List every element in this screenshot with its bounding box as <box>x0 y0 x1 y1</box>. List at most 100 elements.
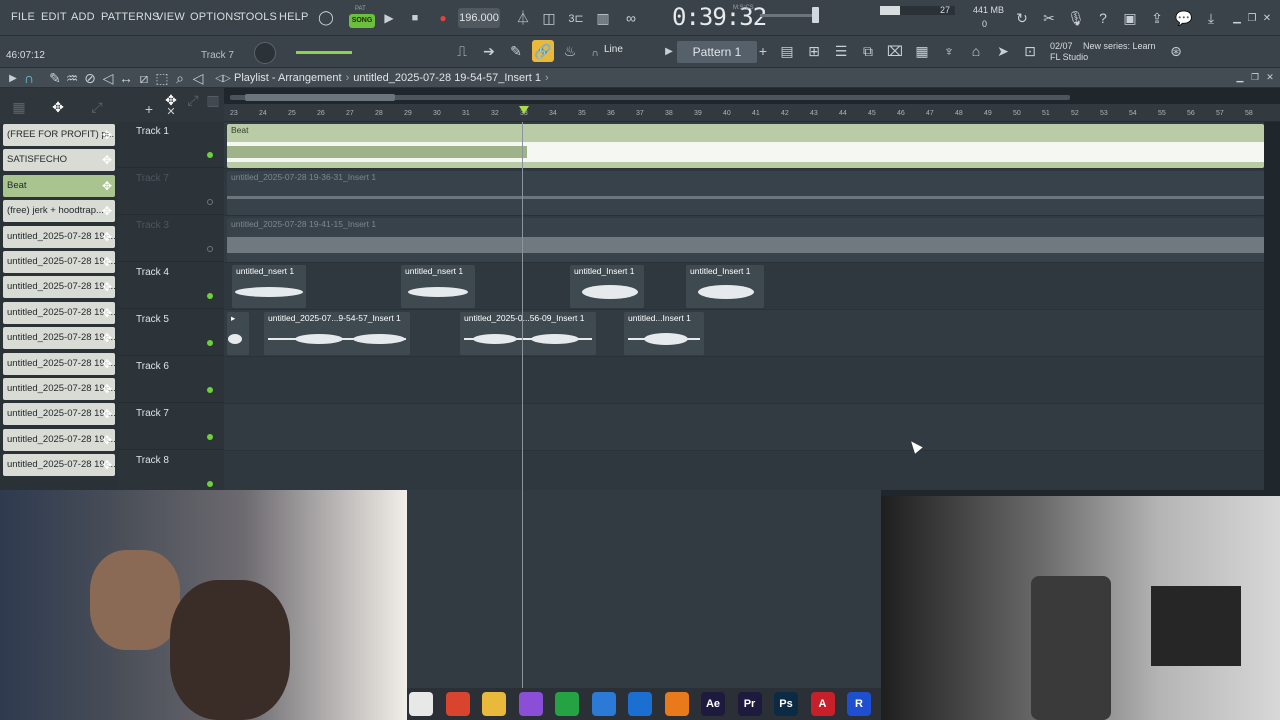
arrangement-arrow-icon[interactable]: ◁▷ <box>212 67 234 89</box>
tuner-icon[interactable]: ♆ <box>938 40 960 62</box>
account-icon[interactable]: ⊛ <box>1165 40 1187 62</box>
record-mode-icon[interactable]: ◯ <box>315 6 337 28</box>
shop-icon[interactable]: ⊡ <box>1019 40 1041 62</box>
download-icon[interactable]: ⤓ <box>1200 7 1222 29</box>
track-name[interactable]: Track 7 <box>136 408 169 419</box>
track-pan-knob[interactable] <box>254 42 276 64</box>
track-header[interactable]: Track 5 <box>118 310 224 356</box>
play-icon[interactable]: ▶ <box>378 7 400 29</box>
arrangement-area[interactable]: Beat untitled_2025-07-28 19-36-31_Insert… <box>224 122 1264 490</box>
magnet-icon[interactable]: ∩ <box>584 42 606 64</box>
taskbar-photoshop-icon[interactable]: Ps <box>774 692 798 716</box>
taskbar-files-icon[interactable] <box>409 692 433 716</box>
close-icon[interactable]: ✕ <box>1256 7 1278 29</box>
picker-item[interactable]: (free) jerk + hoodtrap... ✥ <box>3 200 115 223</box>
export-icon[interactable]: ⇪ <box>1146 7 1168 29</box>
menu-tools[interactable]: TOOLS <box>239 11 277 23</box>
picker-item[interactable]: untitled_2025-07-28 19-... ✥ <box>3 251 115 273</box>
arrow-right-icon[interactable]: ➔ <box>478 40 500 62</box>
horizontal-scrollbar-thumb[interactable] <box>245 94 395 101</box>
loop-record-icon[interactable]: ∞ <box>620 7 642 29</box>
news-date[interactable]: 02/07 <box>1050 41 1073 51</box>
arrangement-lower-area[interactable] <box>407 490 881 688</box>
track-header[interactable]: Track 1 <box>118 122 224 168</box>
draw-tool-icon[interactable]: ✎ <box>505 40 527 62</box>
track-name[interactable]: Track 7 <box>136 173 169 184</box>
pattern-mode-label[interactable]: PAT <box>355 6 366 12</box>
picker-item[interactable]: Beat ✥ <box>3 174 115 197</box>
picker-drag-icon[interactable]: ✥ <box>102 429 112 451</box>
track-name[interactable]: Track 5 <box>136 314 169 325</box>
picker-grid-icon[interactable]: ▦ <box>8 96 30 118</box>
taskbar-chrome-icon[interactable] <box>445 692 470 716</box>
clip-track5-1[interactable]: untitled_2025-07...9-54-57_Insert 1 <box>264 312 410 355</box>
playlist-icon[interactable]: ▤ <box>776 40 798 62</box>
snap-mode-select[interactable]: Line <box>604 44 623 55</box>
track-resize-icon[interactable]: ⤢ <box>182 89 204 111</box>
playback-icon[interactable]: ◁ <box>187 67 209 89</box>
picker-drag-icon[interactable]: ✥ <box>102 251 112 273</box>
track-header[interactable]: Track 7 <box>118 404 224 450</box>
track-mute-led[interactable] <box>207 246 213 252</box>
track-grid-icon[interactable]: ▥ <box>202 89 224 111</box>
clip-track5-2[interactable]: untitled_2025-0...56-09_Insert 1 <box>460 312 596 355</box>
track-mute-led[interactable] <box>207 152 213 158</box>
picker-item[interactable]: untitled_2025-07-28 19-... ✥ <box>3 403 115 426</box>
touch-keyboard-icon[interactable]: ⌂ <box>965 40 987 62</box>
picker-drag-icon[interactable]: ✥ <box>102 124 112 146</box>
picker-item[interactable]: SATISFECHO ✥ <box>3 149 115 172</box>
taskbar-outlook-icon[interactable] <box>628 692 652 716</box>
track-header[interactable]: Track 3 <box>118 216 224 262</box>
track-volume-slider[interactable] <box>296 51 352 54</box>
help-icon[interactable]: ? <box>1092 7 1114 29</box>
track-header[interactable]: Track 6 <box>118 357 224 403</box>
tempo-display[interactable]: 196.000 <box>458 8 500 28</box>
lane-track-8[interactable] <box>224 451 1264 490</box>
add-pattern-icon[interactable]: + <box>752 40 774 62</box>
menu-options[interactable]: OPTIONS <box>190 11 241 23</box>
record-icon[interactable]: ● <box>432 7 454 29</box>
menu-add[interactable]: ADD <box>71 11 95 23</box>
clip-track4-2[interactable]: untitled_nsert 1 <box>401 265 475 308</box>
menu-file[interactable]: FILE <box>11 11 35 23</box>
clip-ghost-2[interactable]: untitled_2025-07-28 19-41-15_Insert 1 <box>227 218 1264 262</box>
picker-item[interactable]: (FREE FOR PROFIT) pl... ✥ <box>3 124 115 146</box>
picker-drag-icon[interactable]: ✥ <box>102 175 112 197</box>
track-name[interactable]: Track 6 <box>136 361 169 372</box>
project-icon[interactable]: ▦ <box>911 40 933 62</box>
clip-track5-3[interactable]: untitled...Insert 1 <box>624 312 704 355</box>
step-edit-icon[interactable]: ▥ <box>592 7 614 29</box>
picker-item[interactable]: untitled_2025-07-28 19-... ✥ <box>3 352 115 375</box>
wait-for-input-icon[interactable]: ◫ <box>538 7 560 29</box>
link-icon[interactable]: 🔗 <box>532 40 554 62</box>
track-mute-led[interactable] <box>207 340 213 346</box>
track-name[interactable]: Track 1 <box>136 126 169 137</box>
taskbar-premiere-icon[interactable]: Pr <box>737 692 762 716</box>
plugin-picker-icon[interactable]: ⧉ <box>857 40 879 62</box>
track-close-icon[interactable]: ✕ <box>160 100 182 122</box>
clip-ghost-1[interactable]: untitled_2025-07-28 19-36-31_Insert 1 <box>227 171 1264 215</box>
pattern-selector[interactable]: Pattern 1 <box>677 41 757 63</box>
stamp-icon[interactable]: ♨ <box>559 40 581 62</box>
taskbar-explorer-icon[interactable] <box>482 692 506 716</box>
playhead-marker[interactable] <box>519 106 529 114</box>
save-icon[interactable]: ▣ <box>1119 7 1141 29</box>
track-mute-led[interactable] <box>207 199 213 205</box>
taskbar-whatsapp-icon[interactable] <box>555 692 579 716</box>
channel-rack-icon[interactable]: ⊞ <box>803 40 825 62</box>
picker-item[interactable]: untitled_2025-07-28 19-... ✥ <box>3 301 115 324</box>
countdown-icon[interactable]: 3⊏ <box>565 7 587 29</box>
clip-track4-4[interactable]: untitled_Insert 1 <box>686 265 764 308</box>
picker-item[interactable]: untitled_2025-07-28 19-... ✥ <box>3 428 115 451</box>
picker-link-icon[interactable]: ⤢ <box>86 96 108 118</box>
picker-drag-icon[interactable]: ✥ <box>102 302 112 324</box>
track-mute-led[interactable] <box>207 387 213 393</box>
taskbar-fl-studio-icon[interactable] <box>664 692 689 716</box>
picker-item[interactable]: untitled_2025-07-28 19-... ✥ <box>3 327 115 350</box>
lane-track-6[interactable] <box>224 357 1264 404</box>
clip-track4-3[interactable]: untitled_Insert 1 <box>570 265 644 308</box>
master-pitch-handle[interactable] <box>812 7 819 23</box>
picker-drag-icon[interactable]: ✥ <box>102 149 112 171</box>
menu-patterns[interactable]: PATTERNS <box>101 11 160 23</box>
send-icon[interactable]: ➤ <box>992 40 1014 62</box>
